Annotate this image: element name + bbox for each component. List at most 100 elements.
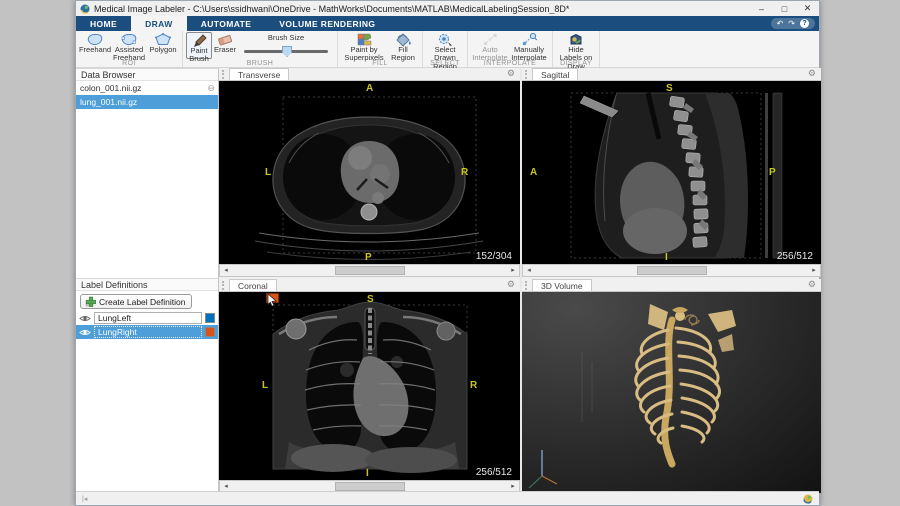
volume-tab[interactable]: 3D Volume (532, 279, 592, 291)
orientation-label-inferior: I (665, 252, 668, 263)
transverse-slider-thumb[interactable] (335, 266, 405, 275)
group-fill: Paint by Superpixels Fill Region FILL (338, 31, 423, 67)
statusbar-grip-icon: |◂ (82, 495, 87, 503)
transverse-tab[interactable]: Transverse (229, 68, 289, 80)
close-button[interactable]: ✕ (796, 1, 819, 16)
viewport-sagittal: Sagittal ⚙ (522, 68, 821, 277)
orientation-label-right: R (461, 167, 468, 178)
slider-right-arrow-icon[interactable]: ▸ (507, 483, 519, 490)
panel-grip-icon (525, 70, 529, 79)
redo-icon[interactable]: ↷ (788, 20, 795, 28)
sagittal-settings-gear-icon[interactable]: ⚙ (808, 69, 816, 78)
sagittal-canvas[interactable]: S A P I 256/512 (522, 81, 821, 264)
slider-right-arrow-icon[interactable]: ▸ (808, 267, 820, 274)
label-row-lungleft[interactable]: LungLeft (76, 311, 218, 325)
titlebar: Medical Image Labeler - C:\Users\ssidhwa… (76, 1, 819, 16)
label-color-swatch-lungright[interactable] (205, 327, 215, 337)
polygon-button[interactable]: Polygon (147, 32, 179, 59)
data-item-lung[interactable]: lung_001.nii.gz (76, 95, 218, 109)
orientation-label-anterior: A (530, 167, 537, 178)
brush-size-control: Brush Size (238, 32, 334, 58)
sagittal-ct-image (522, 81, 821, 264)
volume-settings-gear-icon[interactable]: ⚙ (808, 280, 816, 289)
eraser-button[interactable]: Eraser (212, 32, 238, 59)
label-definitions-header: Label Definitions (76, 278, 218, 291)
tab-draw[interactable]: DRAW (131, 16, 187, 31)
label-row-lungright[interactable]: LungRight (76, 325, 218, 339)
tab-home[interactable]: HOME (76, 16, 131, 31)
assisted-freehand-button[interactable]: Assisted Freehand (111, 32, 147, 59)
slider-right-arrow-icon[interactable]: ▸ (507, 267, 519, 274)
plus-icon (85, 296, 96, 307)
transverse-tab-label: Transverse (238, 70, 280, 80)
select-drawn-region-button[interactable]: Select Drawn Region (426, 32, 464, 59)
quick-access-toolbar: ↶ ↷ ? (771, 18, 815, 29)
coronal-tabstrip: Coronal ⚙ (219, 279, 520, 292)
orientation-label-superior: S (367, 294, 374, 305)
paint-brush-cursor (266, 293, 279, 303)
sagittal-slice-slider[interactable]: ◂ ▸ (522, 264, 821, 277)
ribbon-toolbar: Freehand Assisted Freehand Polygon ROI (76, 31, 819, 68)
fill-region-button[interactable]: Fill Region (387, 32, 419, 59)
label-definitions-title: Label Definitions (81, 280, 148, 290)
manually-interpolate-button[interactable]: Manually Interpolate (509, 32, 549, 59)
data-item-colon[interactable]: colon_001.nii.gz ⊖ (76, 81, 218, 95)
data-browser-header: Data Browser (76, 68, 218, 81)
transverse-slider-track[interactable] (232, 265, 507, 276)
brush-size-label: Brush Size (268, 33, 304, 42)
cursor-arrow-icon (266, 293, 278, 306)
coronal-tab-label: Coronal (238, 281, 268, 291)
label-color-swatch-lungleft[interactable] (205, 313, 215, 323)
orientation-label-anterior: A (366, 83, 373, 94)
create-label-definition-button[interactable]: Create Label Definition (80, 294, 192, 309)
freehand-button[interactable]: Freehand (79, 32, 111, 59)
label-name-lungright[interactable]: LungRight (94, 326, 202, 338)
transverse-canvas[interactable]: A L R P 152/304 (219, 81, 520, 264)
slider-left-arrow-icon[interactable]: ◂ (523, 267, 535, 274)
coronal-settings-gear-icon[interactable]: ⚙ (507, 280, 515, 289)
item-remove-icon[interactable]: ⊖ (207, 84, 215, 93)
sagittal-slider-thumb[interactable] (637, 266, 707, 275)
polygon-label: Polygon (149, 46, 176, 54)
paint-brush-button[interactable]: Paint Brush (186, 32, 212, 59)
maximize-button[interactable]: □ (773, 1, 796, 16)
auto-interpolate-button: Auto Interpolate (471, 32, 509, 59)
transverse-tabstrip: Transverse ⚙ (219, 68, 520, 81)
sagittal-tabstrip: Sagittal ⚙ (522, 68, 821, 81)
coronal-slider-thumb[interactable] (335, 482, 405, 491)
group-interpolate: Auto Interpolate Manually Interpolate IN… (468, 31, 553, 67)
viewport-transverse: Transverse ⚙ A L (219, 68, 520, 277)
sagittal-tab[interactable]: Sagittal (532, 68, 578, 80)
undo-icon[interactable]: ↶ (777, 20, 784, 28)
paint-by-superpixels-button[interactable]: Paint by Superpixels (341, 32, 387, 59)
group-select: Select Drawn Region SELECT (423, 31, 468, 67)
orientation-label-right: R (470, 380, 477, 391)
tab-automate[interactable]: AUTOMATE (187, 16, 266, 31)
brush-size-slider[interactable] (244, 44, 328, 58)
coronal-slice-indicator: 256/512 (476, 467, 512, 478)
slider-left-arrow-icon[interactable]: ◂ (220, 483, 232, 490)
visibility-eye-icon[interactable] (79, 314, 91, 323)
coronal-canvas[interactable]: S L R I 256/512 (219, 292, 520, 480)
help-icon[interactable]: ? (800, 19, 809, 28)
transverse-settings-gear-icon[interactable]: ⚙ (507, 69, 515, 78)
label-name-lungleft[interactable]: LungLeft (94, 312, 202, 324)
minimize-button[interactable]: – (750, 1, 773, 16)
hide-labels-on-draw-button[interactable]: Hide Labels on Draw (556, 32, 596, 59)
tab-volume-rendering[interactable]: VOLUME RENDERING (265, 16, 389, 31)
create-label-definition-label: Create Label Definition (99, 297, 185, 307)
visibility-eye-icon[interactable] (79, 328, 91, 337)
statusbar-globe-icon (803, 494, 813, 504)
sidebar: Data Browser colon_001.nii.gz ⊖ lung_001… (76, 68, 219, 491)
group-label-fill: FILL (338, 60, 422, 67)
transverse-slice-slider[interactable]: ◂ ▸ (219, 264, 520, 277)
group-label-interpolate: INTERPOLATE (468, 60, 552, 67)
sagittal-slider-track[interactable] (535, 265, 808, 276)
slider-left-arrow-icon[interactable]: ◂ (220, 267, 232, 274)
brush-size-thumb[interactable] (282, 46, 292, 57)
coronal-tab[interactable]: Coronal (229, 279, 277, 291)
app-window: Medical Image Labeler - C:\Users\ssidhwa… (75, 0, 820, 506)
volume-canvas[interactable] (522, 292, 821, 493)
orientation-label-posterior: P (365, 252, 372, 263)
volume-tabstrip: 3D Volume ⚙ (522, 279, 821, 292)
